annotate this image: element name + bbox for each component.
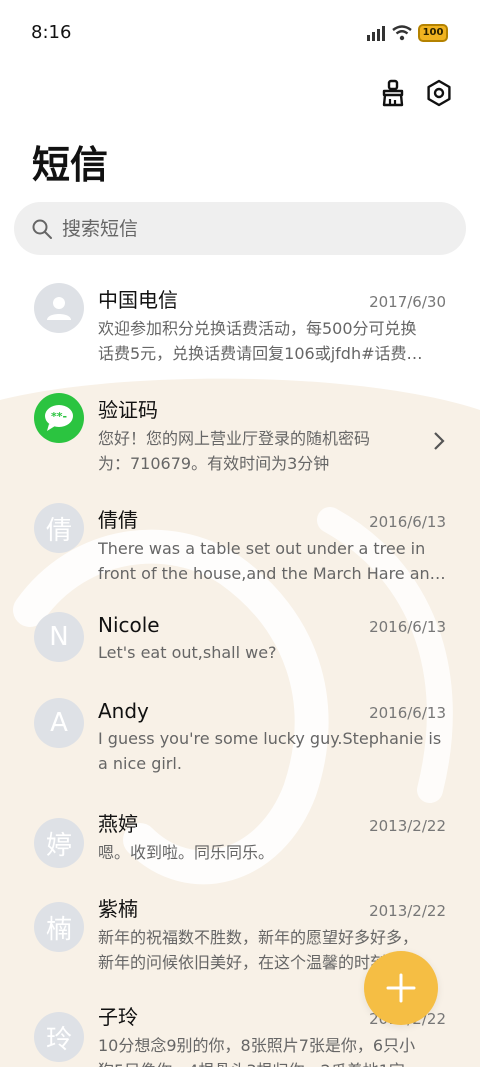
message-preview-line1: 10分想念9别的你，8张照片7张是你，6只小 (98, 1036, 416, 1055)
avatar: **- (34, 393, 84, 443)
broom-icon (382, 79, 404, 107)
conversation-body: 中国电信 2017/6/30 欢迎参加积分兑换话费活动，每500分可兑换 话费5… (98, 284, 446, 366)
conversation-body: Nicole 2016/6/13 Let's eat out,shall we? (98, 613, 446, 665)
search-input[interactable] (62, 217, 422, 240)
gear-icon (427, 79, 451, 107)
contact-name: Nicole (98, 613, 160, 637)
status-icons: 100 (366, 24, 448, 42)
contact-name: Andy (98, 699, 149, 723)
message-preview-line2: 为：710679。有效时间为3分钟 (98, 454, 330, 473)
message-bubble-icon: **- (45, 405, 73, 431)
avatar: 婷 (34, 818, 84, 868)
message-date: 2016/6/13 (369, 513, 446, 531)
chevron-right-icon (434, 432, 445, 450)
avatar: 楠 (34, 902, 84, 952)
avatar-initial: N (49, 622, 69, 652)
status-time: 8:16 (31, 22, 72, 43)
conversation-item[interactable]: **- 验证码 您好！您的网上营业厅登录的随机密码 为：710679。有效时间为… (0, 382, 480, 492)
avatar-initial: 婷 (45, 830, 72, 861)
message-date: 2016/6/13 (369, 618, 446, 636)
status-bar: 8:16 100 (0, 0, 480, 64)
message-preview-line1: 新年的祝福数不胜数，新年的愿望好多好多， (98, 928, 419, 947)
message-preview-line2: 狗5只像你，4根骨头3根归你，2爪着地1定 (98, 1058, 446, 1067)
conversation-item[interactable]: N Nicole 2016/6/13 Let's eat out,shall w… (0, 601, 480, 686)
conversation-item[interactable]: 倩 倩倩 2016/6/13 There was a table set out… (0, 492, 480, 601)
battery-level: 100 (422, 27, 444, 38)
message-preview-line1: Let's eat out,shall we? (98, 643, 277, 662)
contact-name: 倩倩 (98, 508, 138, 532)
message-preview-line2: 话费5元，兑换话费请回复106或jfdh#话费… (98, 344, 423, 363)
search-icon (32, 219, 52, 239)
contact-name: 燕婷 (98, 812, 138, 836)
avatar: N (34, 612, 84, 662)
contact-name: 中国电信 (98, 288, 178, 312)
conversation-body: 验证码 您好！您的网上营业厅登录的随机密码 为：710679。有效时间为3分钟 (98, 394, 410, 476)
avatar: 玲 (34, 1012, 84, 1062)
message-preview-line1: 欢迎参加积分兑换话费活动，每500分可兑换 (98, 319, 417, 338)
message-date: 2017/6/30 (369, 293, 446, 311)
svg-text:**-: **- (51, 410, 67, 423)
avatar-initial: 倩 (45, 515, 72, 546)
conversation-list: 中国电信 2017/6/30 欢迎参加积分兑换话费活动，每500分可兑换 话费5… (0, 272, 480, 1067)
message-date: 2013/2/22 (369, 902, 446, 920)
message-preview-line1: I guess you're some lucky guy.Stephanie … (98, 729, 442, 748)
contact-name: 验证码 (98, 398, 158, 422)
avatar-initial: 玲 (45, 1024, 72, 1055)
conversation-body: 燕婷 2013/2/22 嗯。收到啦。同乐同乐。 (98, 808, 446, 865)
message-date: 2013/2/22 (369, 817, 446, 835)
contact-name: 子玲 (98, 1005, 138, 1029)
search-bar[interactable] (14, 202, 466, 255)
message-preview-line1: There was a table set out under a tree i… (98, 539, 426, 558)
new-message-button[interactable] (364, 951, 438, 1025)
battery-icon: 100 (418, 24, 448, 42)
conversation-body: Andy 2016/6/13 I guess you're some lucky… (98, 699, 446, 776)
avatar: A (34, 698, 84, 748)
message-preview-line2: a nice girl. (98, 754, 182, 773)
signal-icon (367, 26, 385, 41)
message-date: 2016/6/13 (369, 704, 446, 722)
message-preview-line1: 您好！您的网上营业厅登录的随机密码 (98, 429, 371, 448)
page-title: 短信 (32, 143, 109, 187)
conversation-item[interactable]: A Andy 2016/6/13 I guess you're some luc… (0, 686, 480, 795)
avatar-initial: 楠 (45, 914, 72, 945)
conversation-item[interactable]: 婷 燕婷 2013/2/22 嗯。收到啦。同乐同乐。 (0, 795, 480, 881)
conversation-item[interactable]: 中国电信 2017/6/30 欢迎参加积分兑换话费活动，每500分可兑换 话费5… (0, 272, 480, 382)
plus-icon (386, 973, 416, 1003)
contact-name: 紫楠 (98, 897, 138, 921)
top-actions (378, 78, 454, 108)
avatar-initial: A (50, 708, 68, 738)
wifi-icon (392, 25, 412, 41)
message-preview-line1: 嗯。收到啦。同乐同乐。 (98, 843, 275, 862)
message-preview-line2: front of the house,and the March Hare an… (98, 564, 446, 583)
avatar: 倩 (34, 503, 84, 553)
conversation-body: 倩倩 2016/6/13 There was a table set out u… (98, 504, 446, 586)
settings-button[interactable] (424, 78, 454, 108)
clean-button[interactable] (378, 78, 408, 108)
person-icon (47, 297, 71, 320)
avatar (34, 283, 84, 333)
